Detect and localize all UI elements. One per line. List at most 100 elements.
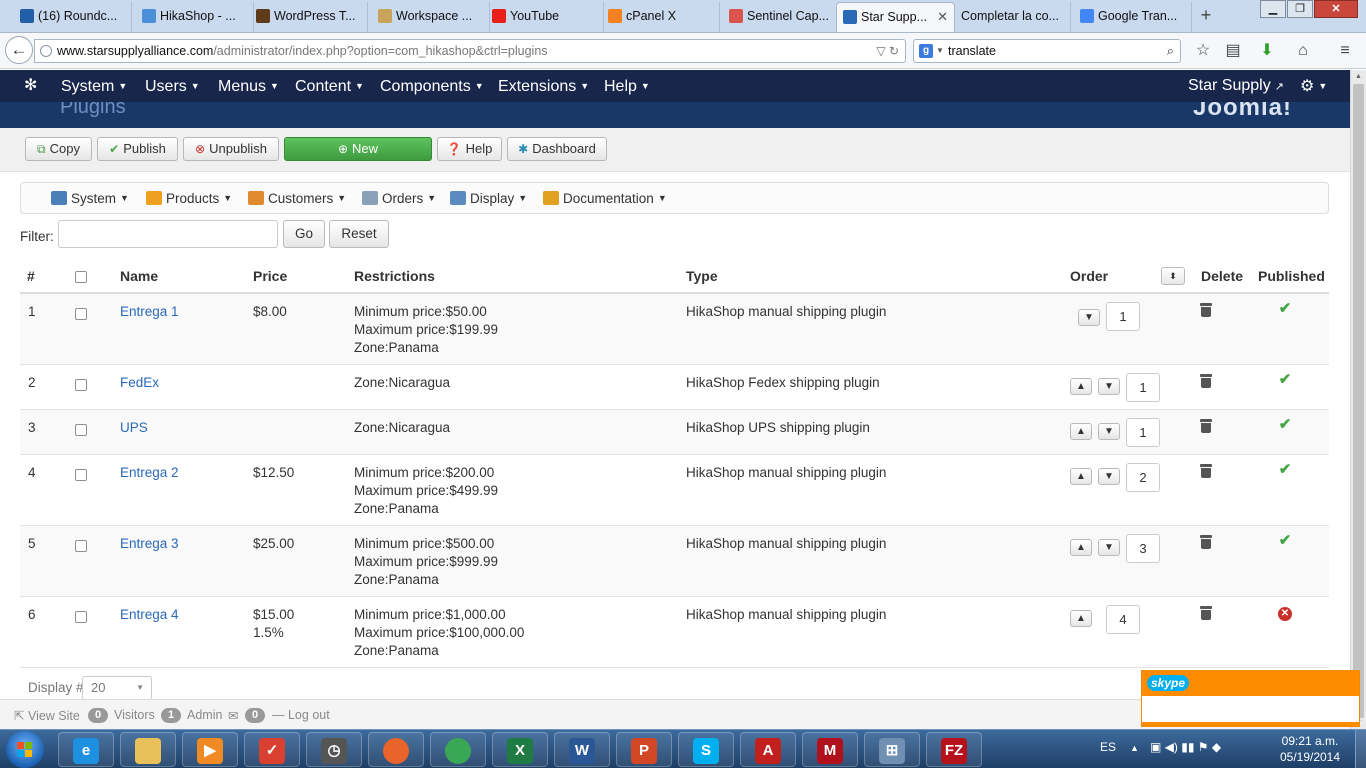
column-name[interactable]: Name	[120, 268, 158, 284]
taskbar-app-skype[interactable]: S	[678, 732, 734, 767]
order-input[interactable]	[1126, 463, 1160, 492]
browser-tab[interactable]: HikaShop - ...	[136, 2, 254, 32]
address-bar[interactable]: www.starsupplyalliance.com/administrator…	[34, 39, 906, 63]
plugin-name-link[interactable]: FedEx	[120, 374, 159, 392]
menu-help[interactable]: Help ▼	[604, 70, 650, 102]
new-tab-button[interactable]: +	[1196, 4, 1216, 26]
move-up-button[interactable]: ▲	[1070, 378, 1092, 395]
submenu-customers[interactable]: Customers ▼	[248, 183, 346, 213]
taskbar-app-acrobat[interactable]: A	[740, 732, 796, 767]
row-checkbox[interactable]	[75, 611, 87, 623]
publish-button[interactable]: ✔ Publish	[97, 137, 178, 161]
joomla-logo-icon[interactable]: ✻	[24, 78, 40, 94]
trash-icon[interactable]	[1200, 535, 1212, 549]
menu-components[interactable]: Components ▼	[380, 70, 484, 102]
plugin-name-link[interactable]: Entrega 4	[120, 606, 179, 624]
show-hidden-icons[interactable]: ▲	[1130, 743, 1139, 753]
logout-link[interactable]: — Log out	[272, 708, 330, 722]
minimize-button[interactable]: ▁	[1260, 0, 1286, 18]
taskbar-app-powerpoint[interactable]: P	[616, 732, 672, 767]
column-order[interactable]: Order	[1070, 268, 1108, 284]
menu-content[interactable]: Content ▼	[295, 70, 364, 102]
move-down-button[interactable]: ▼	[1078, 309, 1100, 326]
plugin-name-link[interactable]: Entrega 3	[120, 535, 179, 553]
trash-icon[interactable]	[1200, 303, 1212, 317]
system-clock[interactable]: 09:21 a.m. 05/19/2014	[1270, 733, 1350, 765]
browser-tab[interactable]: WordPress T...	[250, 2, 368, 32]
menu-system[interactable]: System ▼	[61, 70, 127, 102]
menu-extensions[interactable]: Extensions ▼	[498, 70, 589, 102]
language-indicator[interactable]: ES	[1100, 740, 1116, 754]
search-box[interactable]: g ▼ translate ⌕	[913, 39, 1181, 63]
go-button[interactable]: Go	[283, 220, 325, 248]
mail-icon[interactable]: ✉	[228, 708, 238, 723]
move-up-button[interactable]: ▲	[1070, 423, 1092, 440]
skype-notification[interactable]: skype	[1141, 670, 1360, 727]
maximize-button[interactable]: ❐	[1287, 0, 1313, 18]
published-check-icon[interactable]: ✔	[1277, 417, 1293, 433]
downloads-icon[interactable]: ⬇	[1256, 40, 1278, 62]
start-button[interactable]	[6, 731, 44, 768]
submenu-documentation[interactable]: Documentation ▼	[543, 183, 667, 213]
new-button[interactable]: ⊕ New	[284, 137, 432, 161]
order-input[interactable]	[1126, 534, 1160, 563]
taskbar-app-excel[interactable]: X	[492, 732, 548, 767]
taskbar-app-clock-app[interactable]: ◷	[306, 732, 362, 767]
row-checkbox[interactable]	[75, 469, 87, 481]
site-link[interactable]: Star Supply ↗	[1188, 70, 1284, 102]
published-check-icon[interactable]: ✔	[1277, 533, 1293, 549]
reset-button[interactable]: Reset	[329, 220, 389, 248]
submenu-orders[interactable]: Orders ▼	[362, 183, 436, 213]
search-engine-dropdown-icon[interactable]: ▼	[936, 40, 944, 62]
row-checkbox[interactable]	[75, 540, 87, 552]
bookmarks-list-icon[interactable]: ▤	[1222, 40, 1244, 62]
move-down-button[interactable]: ▼	[1098, 468, 1120, 485]
reload-icon[interactable]: ▽ ↻	[876, 40, 899, 62]
order-input[interactable]	[1106, 605, 1140, 634]
close-window-button[interactable]: ✕	[1314, 0, 1358, 18]
row-checkbox[interactable]	[75, 379, 87, 391]
show-desktop-button[interactable]	[1355, 730, 1366, 768]
scrollbar-thumb[interactable]	[1353, 84, 1364, 718]
move-up-button[interactable]: ▲	[1070, 468, 1092, 485]
browser-tab[interactable]: Google Tran...	[1074, 2, 1192, 32]
published-check-icon[interactable]: ✔	[1277, 372, 1293, 388]
order-input[interactable]	[1126, 373, 1160, 402]
taskbar-app-firefox[interactable]	[368, 732, 424, 767]
page-scrollbar[interactable]: ▲ ▼	[1350, 70, 1366, 729]
move-down-button[interactable]: ▼	[1098, 423, 1120, 440]
search-icon[interactable]: ⌕	[1167, 40, 1174, 62]
save-order-button[interactable]: ⬍	[1161, 267, 1185, 285]
copy-button[interactable]: ⧉ Copy	[25, 137, 92, 161]
plugin-name-link[interactable]: Entrega 1	[120, 303, 179, 321]
select-all-checkbox[interactable]	[75, 271, 87, 283]
menu-users[interactable]: Users ▼	[145, 70, 200, 102]
taskbar-app-media-player[interactable]: ▶	[182, 732, 238, 767]
taskbar-app-todoist[interactable]: ✓	[244, 732, 300, 767]
menu-menus[interactable]: Menus ▼	[218, 70, 279, 102]
order-input[interactable]	[1126, 418, 1160, 447]
back-button[interactable]: ←	[5, 36, 33, 64]
trash-icon[interactable]	[1200, 374, 1212, 388]
view-site-link[interactable]: ⇱ View Site	[14, 708, 80, 723]
browser-tab[interactable]: cPanel X	[602, 2, 720, 32]
trash-icon[interactable]	[1200, 606, 1212, 620]
taskbar-app-file-explorer[interactable]	[120, 732, 176, 767]
browser-tab[interactable]: YouTube	[486, 2, 604, 32]
display-limit-select[interactable]: 20 ▼	[82, 676, 152, 700]
help-button[interactable]: ❓ Help	[437, 137, 502, 161]
browser-tab[interactable]: (16) Roundc...	[14, 2, 132, 32]
plugin-name-link[interactable]: UPS	[120, 419, 148, 437]
published-check-icon[interactable]: ✔	[1277, 301, 1293, 317]
unpublished-icon[interactable]: ✕	[1278, 607, 1292, 621]
browser-tab[interactable]: Workspace ...	[372, 2, 490, 32]
submenu-display[interactable]: Display ▼	[450, 183, 527, 213]
move-down-button[interactable]: ▼	[1098, 378, 1120, 395]
browser-tab[interactable]: Sentinel Cap...	[723, 2, 841, 32]
menu-icon[interactable]: ≡	[1334, 40, 1356, 62]
trash-icon[interactable]	[1200, 419, 1212, 433]
taskbar-app-calculator[interactable]: ⊞	[864, 732, 920, 767]
bookmark-star-icon[interactable]: ☆	[1192, 40, 1214, 62]
order-input[interactable]	[1106, 302, 1140, 331]
submenu-system[interactable]: System ▼	[51, 183, 129, 213]
